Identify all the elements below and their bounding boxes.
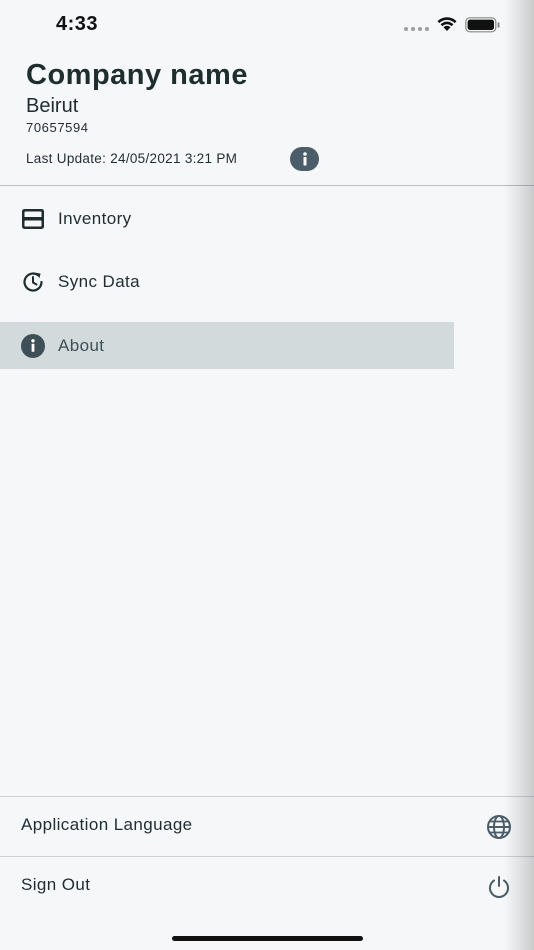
inventory-tray-icon [22,209,44,229]
cellular-signal-icon [404,27,429,31]
menu-item-label: Sync Data [58,271,141,291]
status-time: 4:33 [56,13,99,35]
app-screen: 4:33 Company name Beirut 70657594 Last U… [0,0,534,950]
battery-icon [465,17,500,33]
menu-item-sync-data[interactable]: Sync Data [0,258,454,305]
menu-item-about[interactable]: About [0,322,454,369]
company-name: Company name [26,59,248,91]
update-info-button[interactable] [290,147,319,171]
sync-clock-icon [23,272,43,292]
globe-icon [487,815,511,839]
wifi-icon [437,17,457,31]
sign-out-item[interactable]: Sign Out [0,857,534,915]
menu-item-inventory[interactable]: Inventory [0,195,454,242]
company-phone: 70657594 [26,120,89,135]
application-language-item[interactable]: Application Language [0,797,534,855]
application-language-label: Application Language [21,815,193,834]
menu-item-label: About [58,335,105,355]
info-icon [302,152,307,166]
last-update-text: Last Update: 24/05/2021 3:21 PM [26,151,238,166]
company-city: Beirut [26,95,79,117]
info-icon [21,334,45,358]
header-divider [0,185,534,186]
menu-item-label: Inventory [58,208,132,228]
status-bar: 4:33 [0,0,534,50]
home-indicator[interactable] [172,936,363,941]
sign-out-label: Sign Out [21,875,91,894]
power-icon [489,876,509,898]
